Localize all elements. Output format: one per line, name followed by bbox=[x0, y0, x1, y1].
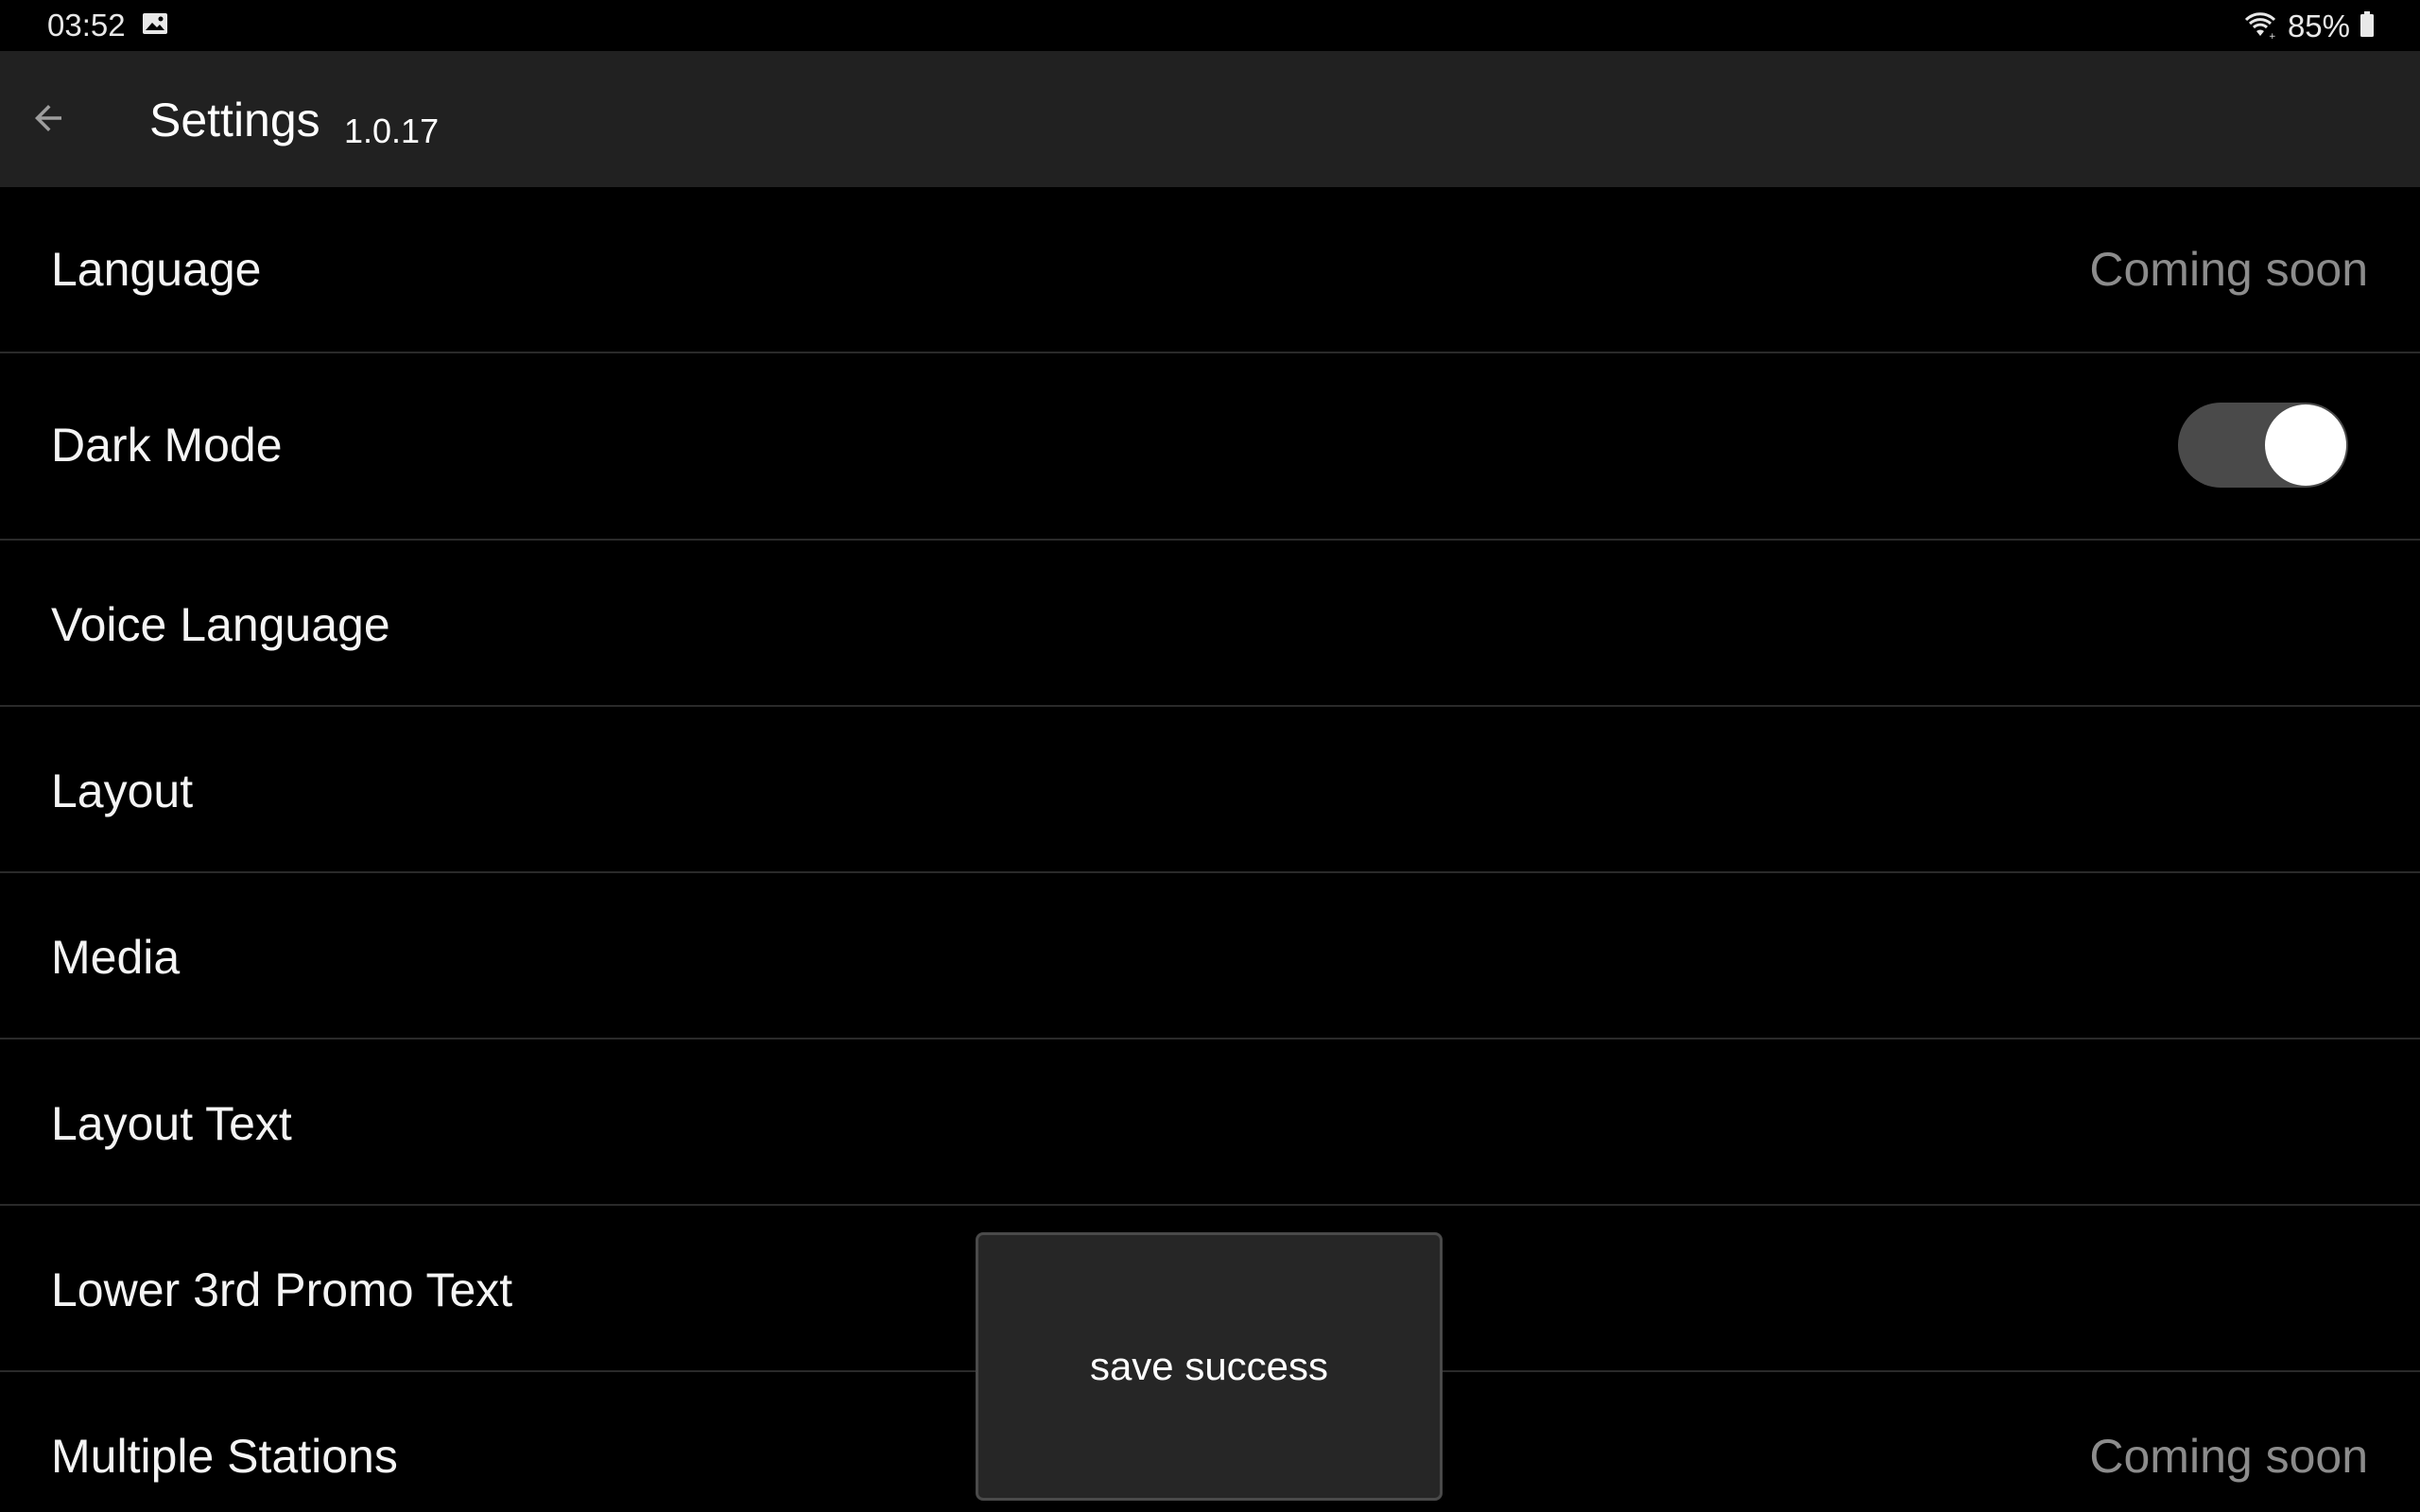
status-bar: 03:52 + 85% bbox=[0, 0, 2420, 51]
setting-value-multiple-stations: Coming soon bbox=[2089, 1430, 2368, 1483]
image-icon bbox=[142, 12, 168, 35]
setting-row-layout[interactable]: Layout bbox=[0, 707, 2420, 873]
setting-label-layout: Layout bbox=[51, 765, 194, 817]
dark-mode-toggle[interactable] bbox=[2178, 403, 2348, 488]
setting-label-language: Language bbox=[51, 243, 262, 296]
setting-row-voice-language[interactable]: Voice Language bbox=[0, 541, 2420, 707]
back-button[interactable] bbox=[17, 89, 79, 151]
setting-label-media: Media bbox=[51, 931, 181, 984]
toggle-knob bbox=[2265, 404, 2346, 486]
toast-message: save success bbox=[976, 1232, 1443, 1501]
battery-icon bbox=[2360, 10, 2375, 43]
svg-text:+: + bbox=[2269, 32, 2276, 40]
page-title: Settings bbox=[149, 94, 320, 146]
settings-screen: 03:52 + 85% Settings 1.0.17 Language Com… bbox=[0, 0, 2420, 1512]
toast-text: save success bbox=[1089, 1344, 1329, 1388]
battery-percentage: 85% bbox=[2287, 9, 2350, 43]
setting-label-layout-text: Layout Text bbox=[51, 1097, 292, 1150]
setting-row-dark-mode[interactable]: Dark Mode bbox=[0, 353, 2420, 541]
wifi-icon: + bbox=[2242, 9, 2278, 44]
setting-row-media[interactable]: Media bbox=[0, 873, 2420, 1040]
status-time: 03:52 bbox=[47, 8, 126, 43]
setting-value-language: Coming soon bbox=[2089, 243, 2368, 296]
setting-label-dark-mode: Dark Mode bbox=[51, 419, 283, 472]
setting-row-layout-text[interactable]: Layout Text bbox=[0, 1040, 2420, 1206]
setting-label-voice-language: Voice Language bbox=[51, 598, 390, 651]
arrow-left-icon bbox=[28, 98, 68, 143]
setting-row-language[interactable]: Language Coming soon bbox=[0, 187, 2420, 353]
app-bar: Settings 1.0.17 bbox=[0, 51, 2420, 187]
setting-label-multiple-stations: Multiple Stations bbox=[51, 1430, 398, 1483]
status-right-group: + 85% bbox=[2242, 8, 2375, 45]
app-version: 1.0.17 bbox=[344, 112, 440, 150]
setting-label-lower-3rd-promo-text: Lower 3rd Promo Text bbox=[51, 1263, 513, 1316]
